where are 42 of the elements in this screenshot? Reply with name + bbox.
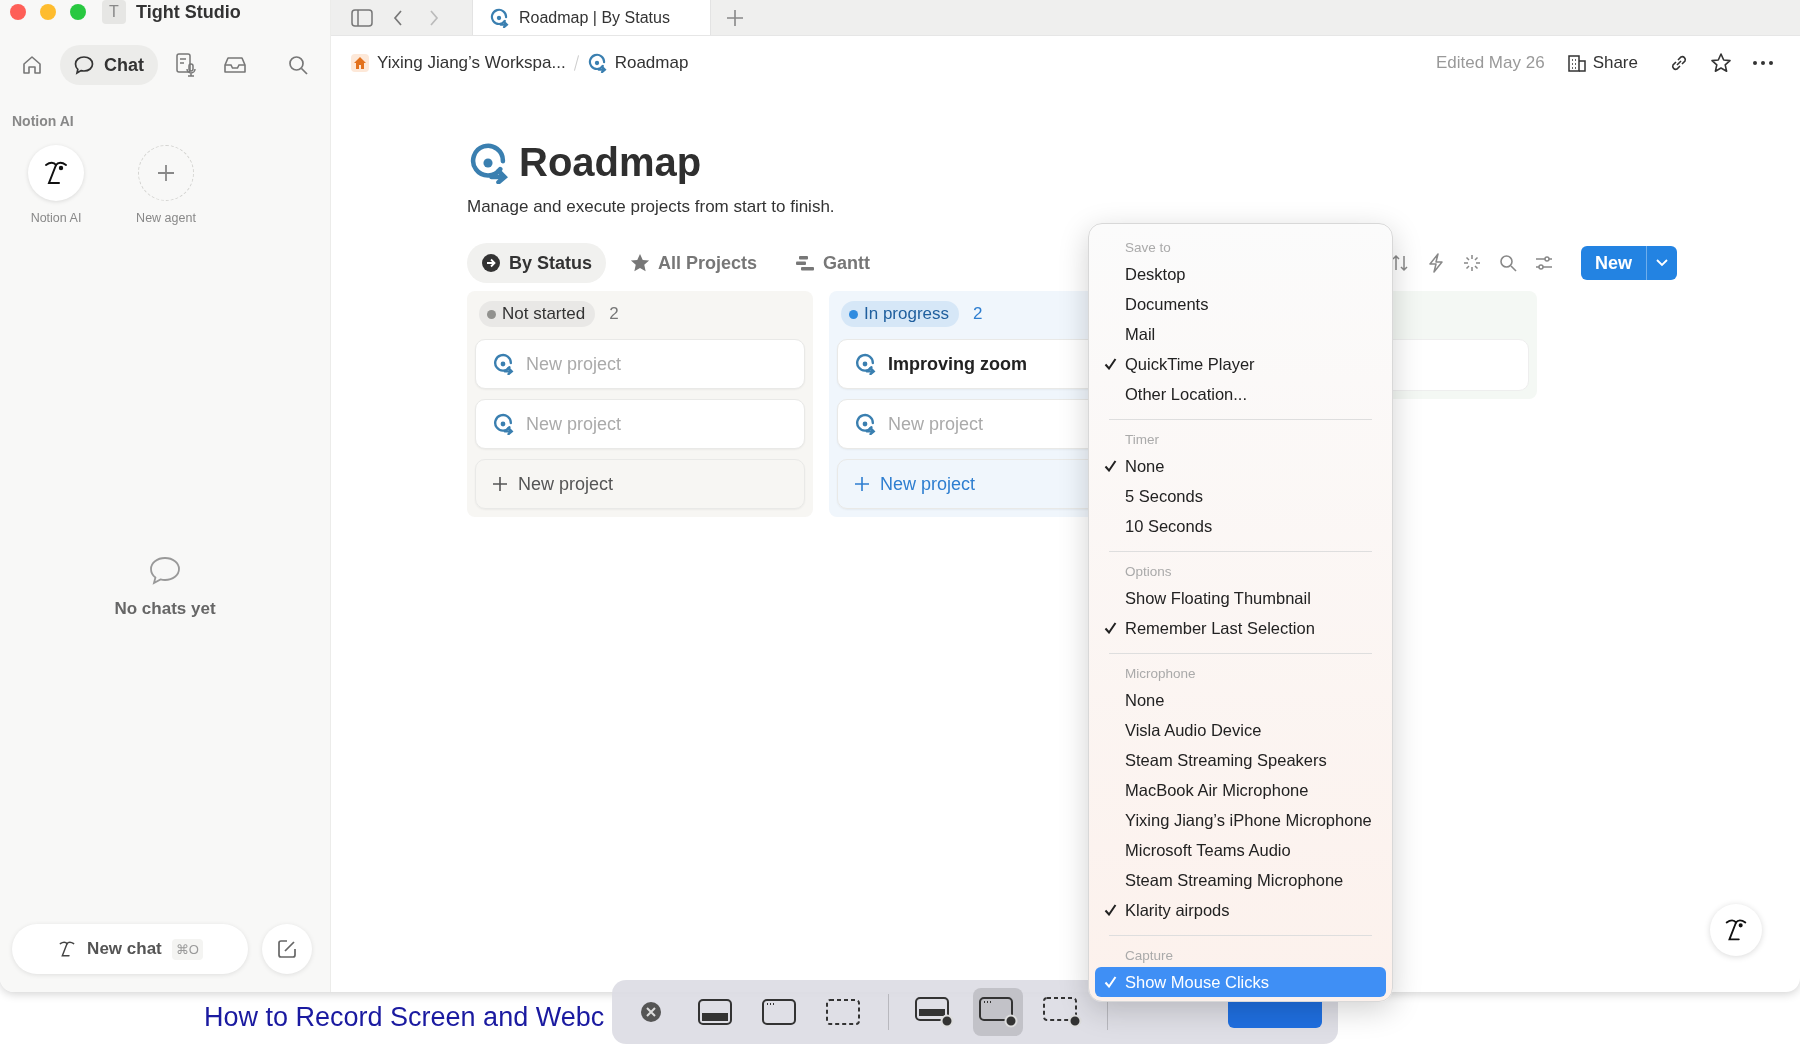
status-tag: In progress <box>841 301 960 327</box>
page-title: Roadmap <box>519 140 702 185</box>
menu-item[interactable]: Yixing Jiang’s iPhone Microphone <box>1095 805 1386 835</box>
menu-section-title: Microphone <box>1124 665 1197 683</box>
agent-label: New agent <box>136 211 196 225</box>
menu-item[interactable]: None <box>1095 685 1386 715</box>
breadcrumb-link[interactable]: Roadmap <box>586 53 689 73</box>
menu-item[interactable]: Klarity airpods <box>1095 895 1386 925</box>
new-chat-button[interactable]: New chat ⌘O <box>12 924 248 974</box>
window-title: Tight Studio <box>136 1 241 23</box>
section-title: Notion AI <box>11 112 75 129</box>
menu-section-title: Save to <box>1124 239 1172 257</box>
menu-item[interactable]: MacBook Air Microphone <box>1095 775 1386 805</box>
view-tab[interactable]: All Projects <box>616 243 772 283</box>
agent-label: Notion AI <box>30 211 82 225</box>
menu-item[interactable]: Steam Streaming Speakers <box>1095 745 1386 775</box>
page-description: Manage and execute projects from start to finish. <box>467 197 836 217</box>
menu-item[interactable]: Steam Streaming Microphone <box>1095 865 1386 895</box>
menu-item[interactable]: Visla Audio Device <box>1095 715 1386 745</box>
keyboard-shortcut: ⌘O <box>171 938 203 960</box>
share-button[interactable]: Share <box>1566 53 1638 73</box>
edited-date: Edited May 26 <box>1435 53 1545 73</box>
breadcrumb-link[interactable]: Yixing Jiang’s Workspa... <box>351 53 566 73</box>
chat-tab[interactable]: Chat <box>60 45 158 85</box>
menu-item[interactable]: Show Floating Thumbnail <box>1095 583 1386 613</box>
menu-item[interactable]: Documents <box>1095 289 1386 319</box>
view-tab[interactable]: By Status <box>467 243 607 283</box>
empty-state-text: No chats yet <box>114 599 216 619</box>
menu-item[interactable]: Microsoft Teams Audio <box>1095 835 1386 865</box>
view-tab[interactable]: Gantt <box>781 243 885 283</box>
menu-item[interactable]: Remember Last Selection <box>1095 613 1386 643</box>
card-count: 2 <box>973 304 983 324</box>
add-project-button[interactable]: New project <box>475 459 805 509</box>
browser-tab[interactable]: Roadmap | By Status <box>473 0 710 35</box>
card-count: 2 <box>609 304 619 324</box>
menu-item[interactable]: Desktop <box>1095 259 1386 289</box>
menu-item[interactable]: 10 Seconds <box>1095 511 1386 541</box>
menu-section-title: Options <box>1124 563 1173 581</box>
menu-section-title: Capture <box>1124 947 1175 965</box>
article-heading[interactable]: How to Record Screen and Webc <box>204 1002 605 1032</box>
status-tag: Not started <box>479 301 596 327</box>
menu-section-title: Timer <box>1124 431 1160 449</box>
